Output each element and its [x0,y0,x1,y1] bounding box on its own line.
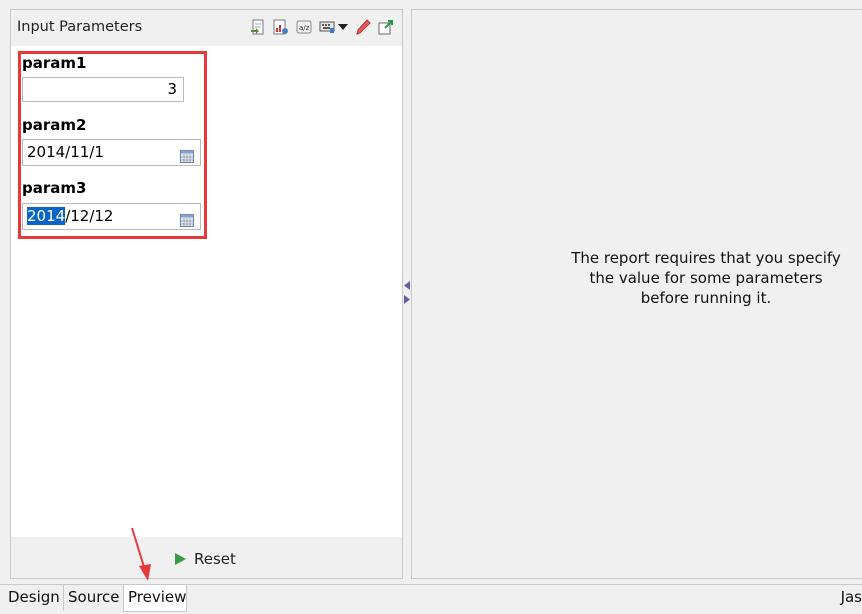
dropdown-icon[interactable] [338,18,348,35]
report-preview-area: The report requires that you specify the… [411,9,862,579]
play-icon [175,553,186,565]
import-icon[interactable] [249,18,266,35]
param1-label: param1 [22,54,87,72]
reset-button[interactable]: Reset [175,550,236,568]
panel-title: Input Parameters [17,19,143,35]
collapse-left-icon[interactable] [404,281,410,290]
param3-rest-text: /12/12 [65,207,114,225]
eraser-icon[interactable] [354,18,371,35]
parameters-required-message: The report requires that you specify the… [571,249,841,307]
keyboard-icon[interactable] [318,18,335,35]
param1-input[interactable]: 3 [22,77,184,102]
svg-text:a/z: a/z [299,24,310,32]
editor-tab-bar: Design Source Preview Jas [0,584,862,614]
reset-label: Reset [194,550,236,568]
param2-value: 2014/11/1 [27,143,104,161]
export-icon[interactable] [377,18,394,35]
param2-label: param2 [22,116,87,134]
sort-az-icon[interactable]: a/z [295,18,312,35]
panel-splitter[interactable] [403,9,411,579]
param3-label: param3 [22,179,87,197]
calendar-icon[interactable] [180,146,194,163]
panel-toolbar: a/z [243,18,394,35]
reset-bar: Reset [11,537,402,578]
calendar-icon[interactable] [180,210,194,227]
status-right-text: Jas [840,588,862,606]
tab-design[interactable]: Design [4,585,64,611]
tab-source[interactable]: Source [64,585,124,611]
chart-icon[interactable] [272,18,289,35]
tab-preview[interactable]: Preview [123,585,187,612]
collapse-right-icon[interactable] [404,295,410,304]
param2-date-input[interactable]: 2014/11/1 [22,139,201,166]
param3-date-input[interactable]: 2014/12/12 [22,203,201,230]
param3-selected-text: 2014 [27,207,66,225]
input-parameters-panel: Input Parameters a/z param1 3 param2 201… [10,9,403,579]
panel-header: Input Parameters a/z [11,10,402,46]
